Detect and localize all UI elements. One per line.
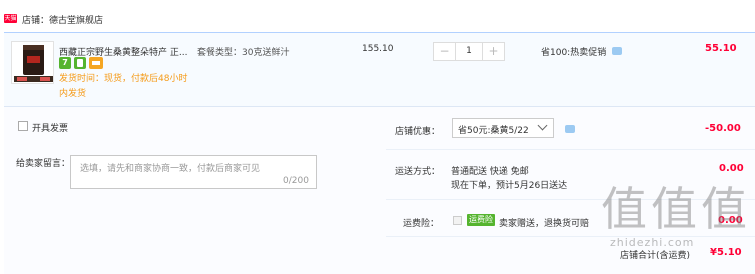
qty-plus-button[interactable]: + xyxy=(483,43,504,60)
shop-discount-label: 店铺优惠： xyxy=(395,127,441,137)
promo-text: 省100:热卖促销 xyxy=(541,48,607,58)
coupon-info-icon[interactable] xyxy=(565,125,575,133)
insurance-checkbox xyxy=(453,216,462,225)
quantity-stepper: − 1 + xyxy=(433,42,505,61)
insurance-badge: 运费险 xyxy=(467,214,495,226)
message-placeholder: 选填，请先和商家协商一致，付款后商家可见 xyxy=(80,164,261,174)
coupon-selected-value: 省50元:桑黄5/22 xyxy=(458,126,529,136)
product-thumbnail[interactable] xyxy=(11,41,54,84)
unit-price: 155.10 xyxy=(362,44,394,54)
message-label: 给卖家留言： xyxy=(16,159,71,169)
shop-total-amount: ¥5.10 xyxy=(710,247,742,258)
shipping-amount: 0.00 xyxy=(719,163,744,174)
watermark-logo: 值值值 xyxy=(601,182,751,236)
shipping-method: 普通配送 快递 免邮 xyxy=(451,167,529,177)
guarantee-icon[interactable] xyxy=(74,57,86,69)
seven-day-return-icon[interactable]: 7 xyxy=(59,57,71,69)
promo-info-icon[interactable] xyxy=(612,47,622,55)
insurance-label: 运费险： xyxy=(403,219,440,229)
product-package-icon xyxy=(12,42,53,83)
service-icons: 7 xyxy=(59,57,106,69)
ship-time-note: 发货时间：现货，付款后48小时内发货 xyxy=(59,74,188,99)
shipping-method-label: 运送方式： xyxy=(395,167,441,177)
invoice-label[interactable]: 开具发票 xyxy=(32,121,68,134)
insurance-description: 卖家赠送，退换货可赔 xyxy=(499,219,590,229)
qty-input[interactable]: 1 xyxy=(455,43,483,60)
card-icon[interactable] xyxy=(89,57,103,69)
divider xyxy=(386,236,755,237)
invoice-checkbox[interactable] xyxy=(18,121,28,131)
watermark-text: zhidezhi.com xyxy=(610,236,695,249)
shop-name[interactable]: 店铺：德古堂旗舰店 xyxy=(22,13,103,26)
delivery-estimate: 现在下单，预计5月26日送达 xyxy=(451,181,568,191)
sku-info: 套餐类型：30克送鲜汁 xyxy=(197,48,290,58)
tmall-logo-icon: 天猫 xyxy=(4,14,17,23)
shop-total-label: 店铺合计(含运费) xyxy=(620,251,691,261)
divider xyxy=(386,149,755,150)
qty-minus-button[interactable]: − xyxy=(434,43,455,60)
discount-amount: -50.00 xyxy=(705,123,741,134)
message-char-count: 0/200 xyxy=(283,176,309,186)
item-total-price: 55.10 xyxy=(705,43,737,54)
